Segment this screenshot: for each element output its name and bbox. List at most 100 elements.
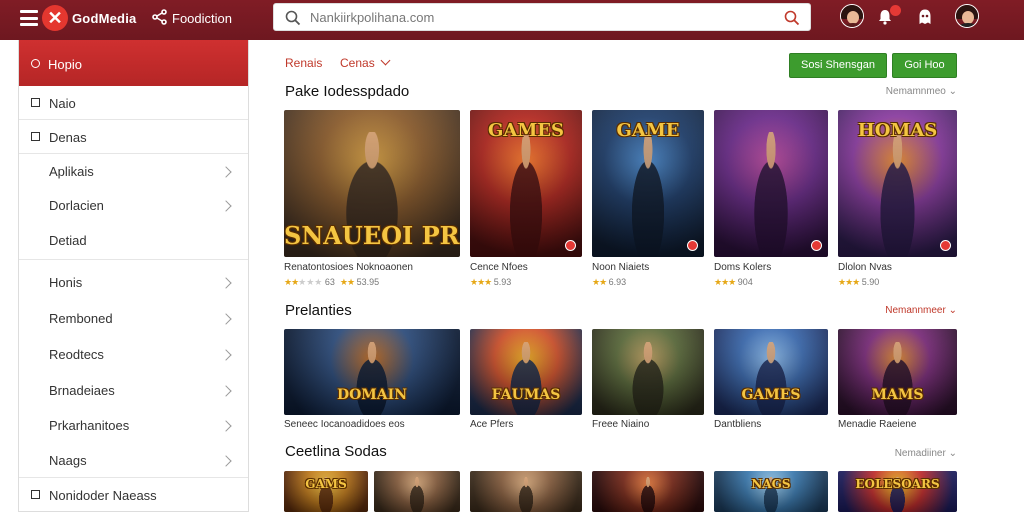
section-title: Prelanties: [285, 302, 352, 319]
count-badge: [811, 240, 822, 251]
cover-glow: [592, 471, 704, 512]
sidebar-item-label: Detiad: [49, 233, 87, 248]
sidebar-item[interactable]: Aplikais: [19, 154, 248, 188]
game-cover[interactable]: HOMAS: [838, 110, 957, 257]
sidebar-item[interactable]: Naio: [19, 86, 248, 120]
checkbox-icon[interactable]: [31, 132, 40, 141]
game-cover[interactable]: [714, 110, 828, 257]
cover-title-art: EOLESOARS: [855, 477, 940, 491]
game-title[interactable]: Seneec Iocanoadidoes eos: [284, 419, 405, 430]
filter-dropdown[interactable]: Cenas: [340, 56, 375, 70]
count-badge: [940, 240, 951, 251]
cover-title-art: HOMAS: [857, 120, 938, 141]
sidebar: Hopio Naio Denas Aplikais Dorlacien Deti…: [18, 40, 249, 512]
brand-name[interactable]: GodMedia: [72, 11, 136, 26]
cover-title-art: GAME: [616, 120, 680, 141]
checkbox-icon[interactable]: [31, 98, 40, 107]
sidebar-item[interactable]: Nonidoder Naeass: [19, 478, 248, 512]
sidebar-item[interactable]: Reodtecs: [19, 336, 248, 372]
cover-title-art: NAGS: [751, 477, 791, 491]
cover-title-art: MAMS: [871, 387, 924, 403]
secondary-button[interactable]: Goi Hoo: [892, 53, 957, 78]
game-cover[interactable]: [592, 471, 704, 512]
game-title[interactable]: Dantbliens: [714, 419, 761, 430]
chevron-right-icon: [220, 200, 232, 212]
game-rating: ★★★ 5.93: [470, 277, 512, 287]
nav-link[interactable]: Foodiction: [172, 11, 232, 26]
sidebar-item-label: Nonidoder Naeass: [49, 488, 157, 503]
menu-icon[interactable]: [20, 10, 38, 26]
section-title: Ceetlina Sodas: [285, 443, 387, 460]
chevron-right-icon: [220, 313, 232, 325]
search-submit-icon[interactable]: [784, 10, 800, 26]
game-title[interactable]: Doms Kolers: [714, 262, 771, 273]
view-all-link[interactable]: Nemannmeer ⌄: [885, 305, 957, 316]
view-all-link[interactable]: Nemadiiner ⌄: [895, 448, 957, 459]
count-badge: [565, 240, 576, 251]
sidebar-item-label: Aplikais: [49, 164, 94, 179]
sidebar-item[interactable]: Prkarhanitoes: [19, 408, 248, 442]
sidebar-item[interactable]: Dorlacien: [19, 188, 248, 222]
game-cover[interactable]: [374, 471, 460, 512]
logo-icon[interactable]: ✕: [42, 5, 68, 31]
sidebar-item[interactable]: Denas: [19, 120, 248, 154]
game-title[interactable]: Noon Niaiets: [592, 262, 649, 273]
game-cover[interactable]: SNAUEOI PRS: [284, 110, 460, 257]
chevron-right-icon: [220, 277, 232, 289]
user-avatar[interactable]: [955, 4, 979, 28]
game-title[interactable]: Cence Nfoes: [470, 262, 528, 273]
sidebar-item[interactable]: Honis: [19, 264, 248, 300]
game-cover[interactable]: GAMES: [714, 329, 828, 415]
chevron-right-icon: [220, 385, 232, 397]
game-title[interactable]: Freee Niaino: [592, 419, 649, 430]
cover-title-art: FAUMAS: [491, 387, 561, 403]
sidebar-item-label: Remboned: [49, 311, 113, 326]
game-cover[interactable]: GAME: [592, 110, 704, 257]
sidebar-item[interactable]: Brnadeiaes: [19, 372, 248, 408]
sidebar-item[interactable]: Remboned: [19, 300, 248, 336]
game-cover[interactable]: NAGS: [714, 471, 828, 512]
game-title[interactable]: Renatontosioes Noknoaonen: [284, 262, 413, 273]
cover-title-art: GAMS: [305, 477, 347, 491]
filter-tab[interactable]: Renais: [285, 56, 322, 70]
sidebar-item-label: Hopio: [48, 57, 82, 72]
sidebar-item[interactable]: Detiad: [19, 222, 248, 260]
sidebar-item-label: Naags: [49, 453, 87, 468]
game-title[interactable]: Ace Pfers: [470, 419, 513, 430]
top-bar: ✕ GodMedia Foodiction: [0, 0, 1024, 40]
chevron-down-icon[interactable]: [380, 55, 391, 66]
game-title[interactable]: Menadie Raeiene: [838, 419, 916, 430]
alien-icon[interactable]: [916, 8, 934, 26]
game-cover[interactable]: MAMS: [838, 329, 957, 415]
primary-button[interactable]: Sosi Shensgan: [789, 53, 887, 78]
sidebar-item-label: Honis: [49, 275, 83, 290]
checkbox-icon[interactable]: [31, 490, 40, 499]
game-cover[interactable]: FAUMAS: [470, 329, 582, 415]
cover-title-art: DOMAIN: [336, 387, 408, 403]
game-cover[interactable]: GAMES: [470, 110, 582, 257]
sidebar-item-label: Brnadeiaes: [49, 383, 115, 398]
radio-icon: [31, 59, 40, 68]
cover-glow: [592, 329, 704, 415]
section-title: Pake Iodesspdado: [285, 83, 410, 100]
search-input[interactable]: [310, 4, 770, 30]
search-bar[interactable]: [273, 3, 811, 31]
sidebar-item[interactable]: Naags: [19, 442, 248, 478]
profile-avatar[interactable]: [840, 4, 864, 28]
chevron-right-icon: [220, 166, 232, 178]
game-cover[interactable]: GAMS: [284, 471, 368, 512]
game-title[interactable]: Dlolon Nvas: [838, 262, 892, 273]
game-rating: ★★★★★ 63 ★★ 53.95: [284, 277, 380, 287]
sidebar-item-active[interactable]: Hopio: [19, 40, 248, 86]
game-cover[interactable]: DOMAIN: [284, 329, 460, 415]
cover-glow: [374, 471, 460, 512]
game-cover[interactable]: EOLESOARS: [838, 471, 957, 512]
view-all-link[interactable]: Nemamnmeo ⌄: [886, 86, 957, 97]
notification-badge: [890, 5, 901, 16]
game-cover[interactable]: [470, 471, 582, 512]
sidebar-item-label: Dorlacien: [49, 198, 104, 213]
game-rating: ★★ 6.93: [592, 277, 627, 287]
share-icon[interactable]: [152, 9, 168, 25]
cover-title-art: GAMES: [741, 387, 801, 403]
game-cover[interactable]: [592, 329, 704, 415]
